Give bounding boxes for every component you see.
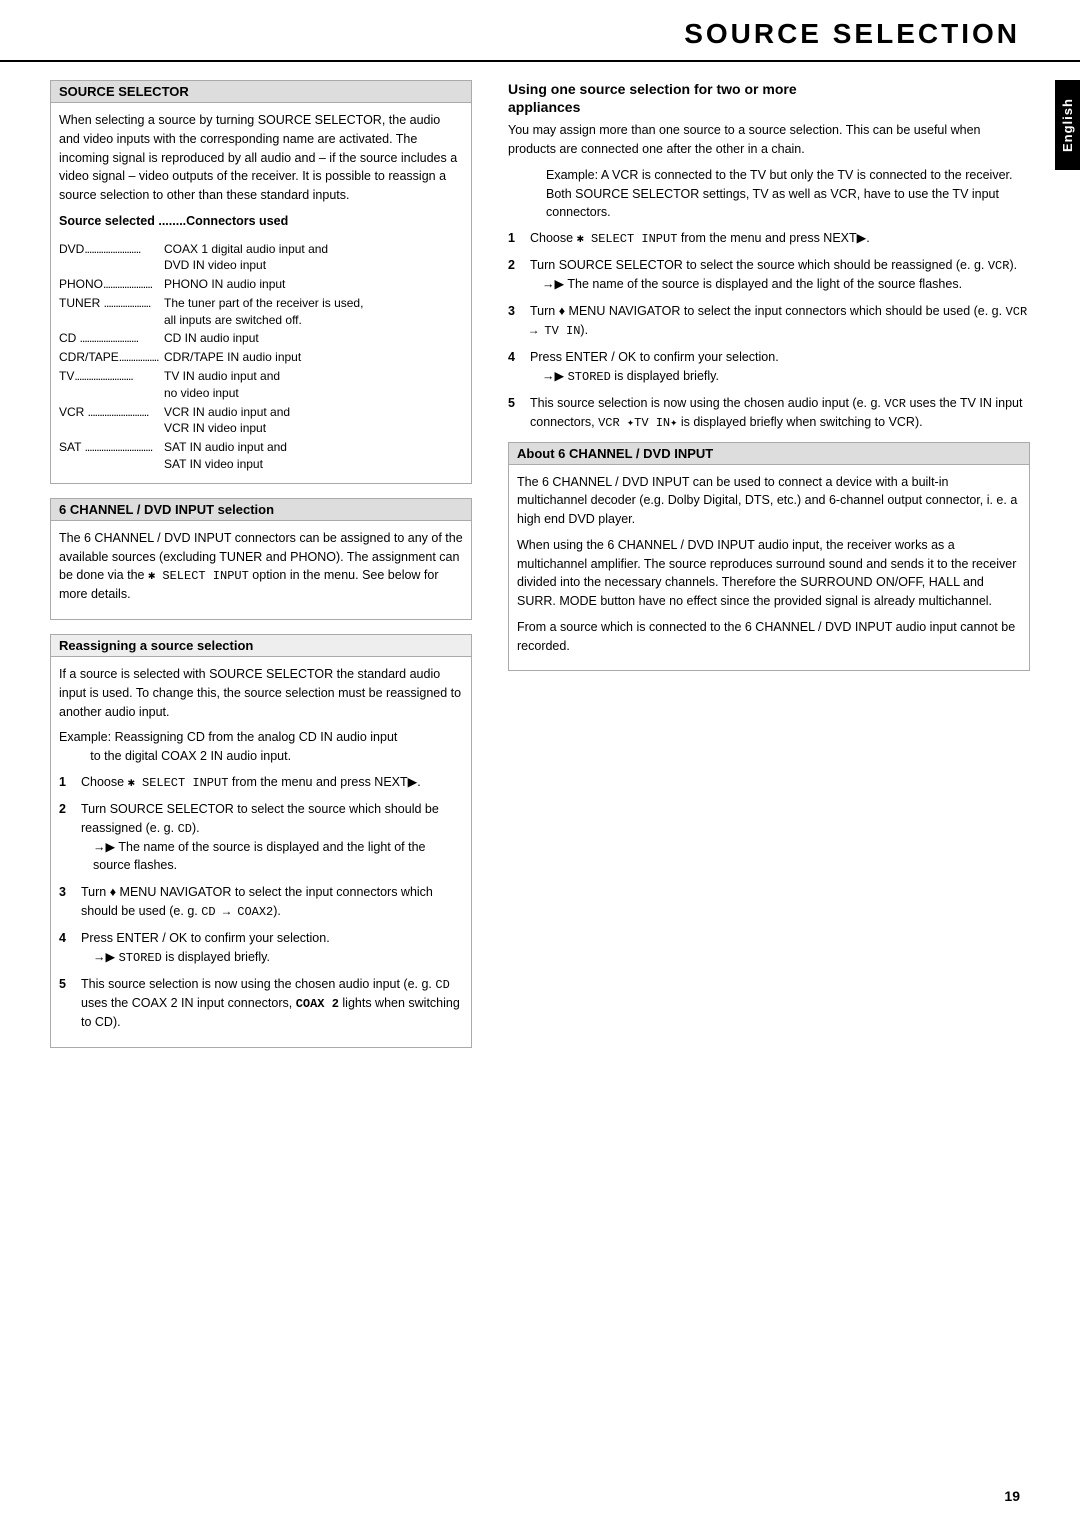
connector-dvd: COAX 1 digital audio input andDVD IN vid…	[164, 241, 463, 275]
source-selector-title: SOURCE SELECTOR	[51, 81, 471, 103]
source-selector-intro: When selecting a source by turning SOURC…	[59, 111, 463, 205]
left-column: SOURCE SELECTOR When selecting a source …	[0, 80, 490, 1062]
step-2: 2 Turn SOURCE SELECTOR to select the sou…	[59, 800, 463, 875]
step-content-2: Turn SOURCE SELECTOR to select the sourc…	[81, 800, 463, 875]
r-step-content-3: Turn ♦ MENU NAVIGATOR to select the inpu…	[530, 302, 1030, 340]
step-3: 3 Turn ♦ MENU NAVIGATOR to select the in…	[59, 883, 463, 921]
step1-arrow: ▶	[408, 775, 418, 789]
reassign-body: If a source is selected with SOURCE SELE…	[51, 657, 471, 1047]
connectors-label: Source selected ........Connectors used	[59, 212, 463, 231]
step-1: 1 Choose ✱ SELECT INPUT from the menu an…	[59, 773, 463, 792]
connector-cd: CD IN audio input	[164, 330, 463, 347]
table-row: CDR/TAPE................. CDR/TAPE IN au…	[59, 349, 463, 366]
dvd-body: The 6 CHANNEL / DVD INPUT connectors can…	[51, 521, 471, 619]
about-6channel-body: The 6 CHANNEL / DVD INPUT can be used to…	[509, 465, 1029, 671]
page-number: 19	[1004, 1488, 1020, 1504]
dvd-title: 6 CHANNEL / DVD INPUT selection	[51, 499, 471, 521]
r-step1-arrow: ▶	[857, 231, 867, 245]
connectors-table: DVD........................ COAX 1 digit…	[59, 241, 463, 473]
r-step-2: 2 Turn SOURCE SELECTOR to select the sou…	[508, 256, 1030, 294]
table-row: PHONO..................... PHONO IN audi…	[59, 276, 463, 293]
step2-note: →▶ The name of the source is displayed a…	[81, 838, 463, 876]
source-tuner: TUNER ....................	[59, 295, 164, 329]
r-step1-mono: ✱ SELECT INPUT	[577, 232, 678, 246]
using-one-source-body1: You may assign more than one source to a…	[508, 121, 1030, 159]
r-step-5: 5 This source selection is now using the…	[508, 394, 1030, 432]
table-row: DVD........................ COAX 1 digit…	[59, 241, 463, 275]
source-dvd: DVD........................	[59, 241, 164, 275]
source-phono: PHONO.....................	[59, 276, 164, 293]
page-header: SOURCE SELECTION	[0, 0, 1080, 62]
reassign-example: Example: Reassigning CD from the analog …	[59, 728, 463, 766]
step-num-3: 3	[59, 883, 77, 902]
r-step-4: 4 Press ENTER / OK to confirm your selec…	[508, 348, 1030, 386]
table-row: VCR .......................... VCR IN au…	[59, 404, 463, 438]
step-content-4: Press ENTER / OK to confirm your selecti…	[81, 929, 463, 967]
about-body3: From a source which is connected to the …	[517, 618, 1021, 656]
step4-note: →▶ STORED is displayed briefly.	[81, 948, 463, 967]
connector-vcr: VCR IN audio input andVCR IN video input	[164, 404, 463, 438]
source-cd: CD .........................	[59, 330, 164, 347]
step-num-4: 4	[59, 929, 77, 948]
english-tab: English	[1055, 80, 1080, 170]
r-step-num-4: 4	[508, 348, 526, 367]
using-one-source-title: Using one source selection for two or mo…	[508, 80, 1030, 116]
page-body: SOURCE SELECTOR When selecting a source …	[0, 62, 1080, 1062]
connector-phono: PHONO IN audio input	[164, 276, 463, 293]
step1-mono: ✱ SELECT INPUT	[128, 776, 229, 790]
step-num-5: 5	[59, 975, 77, 994]
r-step-num-1: 1	[508, 229, 526, 248]
about-body2: When using the 6 CHANNEL / DVD INPUT aud…	[517, 536, 1021, 611]
r-step-content-1: Choose ✱ SELECT INPUT from the menu and …	[530, 229, 1030, 248]
using-one-source-section: Using one source selection for two or mo…	[508, 80, 1030, 432]
table-row: TUNER .................... The tuner par…	[59, 295, 463, 329]
r-step-content-4: Press ENTER / OK to confirm your selecti…	[530, 348, 1030, 386]
r-step4-note: →▶ STORED is displayed briefly.	[530, 367, 1030, 386]
table-row: CD ......................... CD IN audio…	[59, 330, 463, 347]
reassign-section: Reassigning a source selection If a sour…	[50, 634, 472, 1048]
page-title: SOURCE SELECTION	[684, 18, 1020, 49]
source-sat: SAT .............................	[59, 439, 164, 473]
using-one-source-example: Example: A VCR is connected to the TV bu…	[508, 166, 1030, 222]
step-content-5: This source selection is now using the c…	[81, 975, 463, 1032]
step-content-1: Choose ✱ SELECT INPUT from the menu and …	[81, 773, 463, 792]
about-body1: The 6 CHANNEL / DVD INPUT can be used to…	[517, 473, 1021, 529]
r-step-1: 1 Choose ✱ SELECT INPUT from the menu an…	[508, 229, 1030, 248]
about-6channel-box: About 6 CHANNEL / DVD INPUT The 6 CHANNE…	[508, 442, 1030, 672]
right-column: Using one source selection for two or mo…	[490, 80, 1080, 1062]
step-num-1: 1	[59, 773, 77, 792]
connector-sat: SAT IN audio input andSAT IN video input	[164, 439, 463, 473]
connector-tv: TV IN audio input andno video input	[164, 368, 463, 402]
r-step2-note: →▶ The name of the source is displayed a…	[530, 275, 1030, 294]
table-row: TV......................... TV IN audio …	[59, 368, 463, 402]
dvd-intro: The 6 CHANNEL / DVD INPUT connectors can…	[59, 529, 463, 604]
reassign-title: Reassigning a source selection	[51, 635, 471, 657]
dvd-mono: ✱ SELECT INPUT	[148, 569, 249, 583]
source-cdrtape: CDR/TAPE.................	[59, 349, 164, 366]
reassign-intro: If a source is selected with SOURCE SELE…	[59, 665, 463, 721]
r-step-3: 3 Turn ♦ MENU NAVIGATOR to select the in…	[508, 302, 1030, 340]
connector-cdrtape: CDR/TAPE IN audio input	[164, 349, 463, 366]
step-num-2: 2	[59, 800, 77, 819]
r-step-num-3: 3	[508, 302, 526, 321]
r-step-num-2: 2	[508, 256, 526, 275]
source-selector-body: When selecting a source by turning SOURC…	[51, 103, 471, 483]
r-step-content-2: Turn SOURCE SELECTOR to select the sourc…	[530, 256, 1030, 294]
about-6channel-title: About 6 CHANNEL / DVD INPUT	[509, 443, 1029, 465]
step-4: 4 Press ENTER / OK to confirm your selec…	[59, 929, 463, 967]
table-row: SAT ............................. SAT IN…	[59, 439, 463, 473]
step-content-3: Turn ♦ MENU NAVIGATOR to select the inpu…	[81, 883, 463, 921]
r-step-content-5: This source selection is now using the c…	[530, 394, 1030, 432]
source-tv: TV.........................	[59, 368, 164, 402]
step-5: 5 This source selection is now using the…	[59, 975, 463, 1032]
connector-tuner: The tuner part of the receiver is used,a…	[164, 295, 463, 329]
source-vcr: VCR ..........................	[59, 404, 164, 438]
source-selector-box: SOURCE SELECTOR When selecting a source …	[50, 80, 472, 484]
r-step-num-5: 5	[508, 394, 526, 413]
dvd-section: 6 CHANNEL / DVD INPUT selection The 6 CH…	[50, 498, 472, 620]
